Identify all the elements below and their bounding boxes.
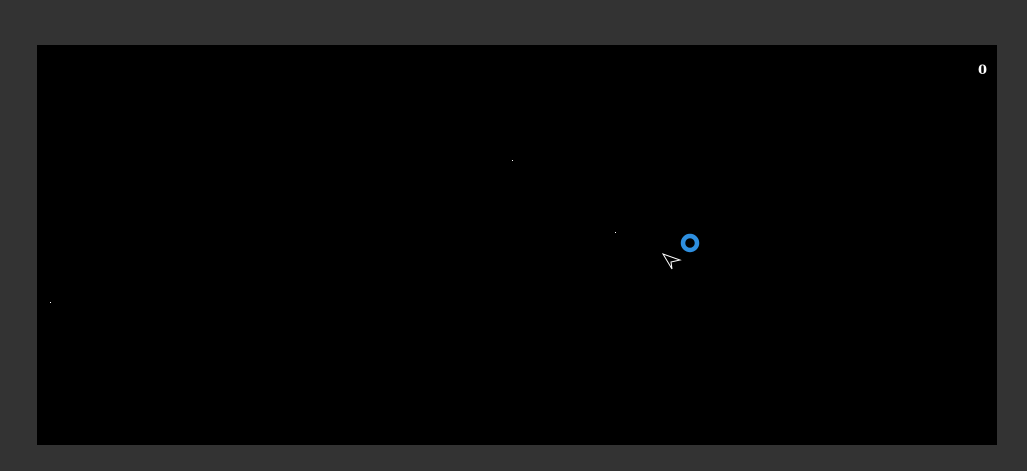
star [50,302,51,303]
game-canvas[interactable]: 0 [37,45,997,445]
blue-ring-icon [680,233,700,253]
star [512,160,513,161]
star [615,232,616,233]
score-counter: 0 [977,63,987,78]
arrow-ship-icon [662,253,682,270]
